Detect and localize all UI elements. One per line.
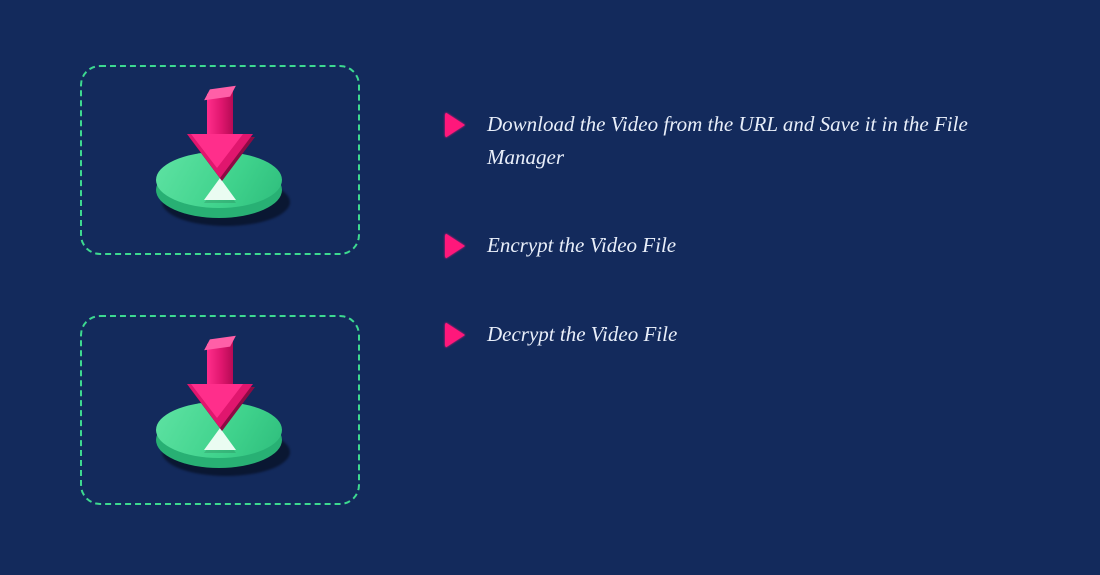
step-label: Encrypt the Video File bbox=[487, 229, 676, 262]
play-triangle-icon bbox=[445, 233, 465, 259]
step-label: Decrypt the Video File bbox=[487, 318, 677, 351]
download-to-disc-icon bbox=[150, 90, 290, 230]
play-triangle-icon bbox=[445, 112, 465, 138]
download-card-1 bbox=[80, 65, 360, 255]
step-label: Download the Video from the URL and Save… bbox=[487, 108, 977, 173]
play-triangle-icon bbox=[445, 322, 465, 348]
steps-list: Download the Video from the URL and Save… bbox=[445, 108, 1005, 350]
arrow-down-icon bbox=[187, 342, 247, 430]
download-to-disc-icon bbox=[150, 340, 290, 480]
step-item: Decrypt the Video File bbox=[445, 318, 1005, 351]
step-item: Download the Video from the URL and Save… bbox=[445, 108, 1005, 173]
download-card-2 bbox=[80, 315, 360, 505]
step-item: Encrypt the Video File bbox=[445, 229, 1005, 262]
arrow-down-icon bbox=[187, 92, 247, 180]
